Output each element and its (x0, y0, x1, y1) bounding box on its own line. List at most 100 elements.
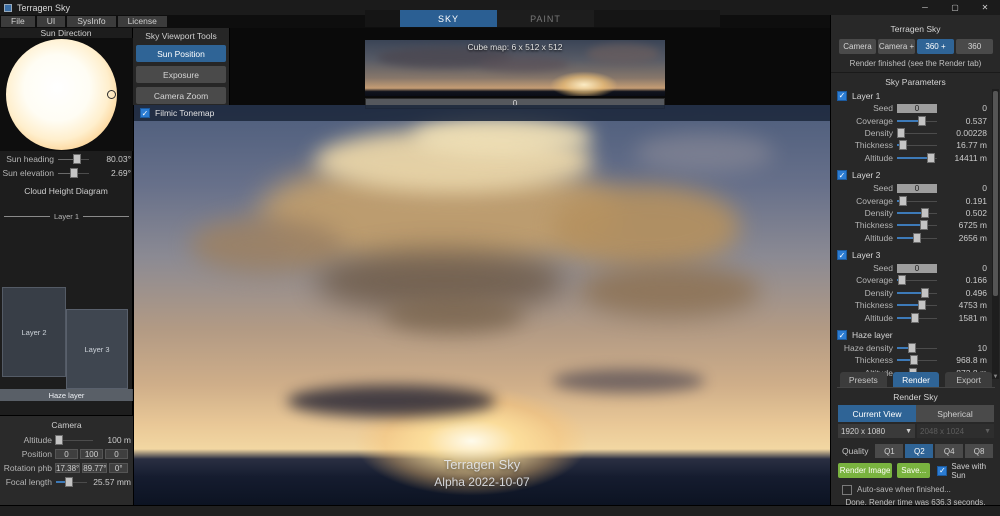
checkbox[interactable] (837, 91, 847, 101)
position-value-cell[interactable]: 0 (105, 449, 128, 459)
quality-button-q4[interactable]: Q4 (935, 444, 963, 458)
slider-thumb[interactable] (918, 300, 926, 310)
save-button[interactable]: Save... (897, 463, 930, 478)
slider[interactable] (56, 435, 93, 445)
position-value-cell[interactable]: 0 (55, 449, 78, 459)
slider[interactable] (897, 355, 937, 365)
layer3-height-box[interactable]: Layer 3 (66, 309, 128, 389)
quality-button-q2[interactable]: Q2 (905, 444, 933, 458)
parameters-scrollbar[interactable]: ▼ (992, 89, 999, 379)
param-value: 0.191 (941, 196, 987, 206)
slider[interactable] (897, 116, 937, 126)
slider[interactable] (897, 196, 937, 206)
slider-thumb[interactable] (73, 154, 81, 164)
slider-thumb[interactable] (920, 220, 928, 230)
slider-thumb[interactable] (70, 168, 78, 178)
slider[interactable] (56, 477, 87, 487)
slider[interactable] (897, 140, 937, 150)
slider-thumb[interactable] (927, 153, 935, 163)
position-value-cell[interactable]: 100 (80, 449, 103, 459)
seed-label: Seed (837, 103, 893, 113)
tool-button-camera-zoom[interactable]: Camera Zoom (136, 87, 226, 104)
slider[interactable] (897, 275, 937, 285)
tool-button-sun-position[interactable]: Sun Position (136, 45, 226, 62)
view-mode-current-view[interactable]: Current View (838, 405, 916, 422)
altitude-value: 100 m (97, 435, 131, 445)
viewport-watermark: Terragen Sky Alpha 2022-10-07 (134, 457, 830, 489)
slider[interactable] (897, 313, 937, 323)
slider[interactable] (58, 154, 89, 164)
menu-item-file[interactable]: File (1, 16, 35, 27)
view-mode-spherical[interactable]: Spherical (916, 405, 994, 422)
render-tab-presets[interactable]: Presets (840, 372, 887, 387)
slider-thumb[interactable] (898, 275, 906, 285)
tab-paint[interactable]: PAINT (497, 10, 594, 27)
sun-sliders: Sun heading80.03°Sun elevation2.69° (2, 152, 131, 180)
slider[interactable] (897, 220, 937, 230)
slider[interactable] (897, 300, 937, 310)
slider[interactable] (897, 128, 937, 138)
autosave-checkbox[interactable] (842, 485, 852, 495)
sky-render-viewport[interactable]: Filmic Tonemap Terragen Sky Alpha 2022-1… (133, 105, 830, 505)
quality-button-q1[interactable]: Q1 (875, 444, 903, 458)
haze-layer-bar[interactable]: Haze layer (0, 389, 133, 401)
seed-row: Seed00 (837, 102, 987, 114)
menu-item-sysinfo[interactable]: SysInfo (67, 16, 115, 27)
slider[interactable] (897, 208, 937, 218)
slider-thumb[interactable] (55, 435, 63, 445)
view-button-360[interactable]: 360 (956, 39, 993, 54)
slider-thumb[interactable] (899, 140, 907, 150)
slider[interactable] (897, 343, 937, 353)
resolution-dropdown[interactable]: 2048 x 1024▼ (917, 424, 994, 438)
tool-button-exposure[interactable]: Exposure (136, 66, 226, 83)
view-button-camera-[interactable]: Camera + (878, 39, 915, 54)
checkbox[interactable] (837, 170, 847, 180)
slider[interactable] (897, 153, 937, 163)
seed-button[interactable]: 0 (897, 184, 937, 193)
slider-thumb[interactable] (897, 128, 905, 138)
cloud-shape (412, 117, 593, 157)
slider-thumb[interactable] (65, 477, 73, 487)
resolution-dropdown[interactable]: 1920 x 1080▼ (838, 424, 915, 438)
checkbox[interactable] (837, 330, 847, 340)
slider-thumb[interactable] (911, 313, 919, 323)
rotation-value-cell[interactable]: 89.77° (82, 463, 107, 473)
quality-button-q8[interactable]: Q8 (965, 444, 993, 458)
render-tab-export[interactable]: Export (945, 372, 992, 387)
seed-button[interactable]: 0 (897, 264, 937, 273)
slider-thumb[interactable] (918, 116, 926, 126)
checkbox[interactable] (837, 250, 847, 260)
sun-position-marker[interactable] (107, 90, 116, 99)
save-with-sun-checkbox[interactable] (937, 466, 947, 476)
view-button-camera[interactable]: Camera (839, 39, 876, 54)
slider-thumb[interactable] (908, 343, 916, 353)
seed-button[interactable]: 0 (897, 104, 937, 113)
view-button-360-[interactable]: 360 + (917, 39, 954, 54)
sun-direction-widget[interactable] (0, 38, 133, 151)
minimize-button[interactable]: ─ (910, 0, 940, 15)
slider[interactable] (58, 168, 89, 178)
tab-sky[interactable]: SKY (400, 10, 497, 27)
render-tab-render[interactable]: Render (893, 372, 940, 387)
filmic-tonemap-checkbox[interactable] (140, 108, 150, 118)
slider-thumb[interactable] (921, 288, 929, 298)
render-image-button[interactable]: Render Image (838, 463, 892, 478)
scrollbar-thumb[interactable] (993, 91, 998, 296)
cloud-height-diagram[interactable]: Layer 1 Layer 2 Layer 3 Haze layer camer… (0, 198, 133, 413)
sun-preview-ball[interactable] (6, 39, 117, 150)
maximize-button[interactable]: ▢ (940, 0, 970, 15)
menu-item-ui[interactable]: UI (37, 16, 66, 27)
close-button[interactable]: ✕ (970, 0, 1000, 15)
rotation-value-cell[interactable]: 17.38° (55, 463, 80, 473)
layer2-height-box[interactable]: Layer 2 (2, 287, 66, 377)
slider-thumb[interactable] (899, 196, 907, 206)
slider-thumb[interactable] (921, 208, 929, 218)
menu-item-license[interactable]: License (118, 16, 167, 27)
slider[interactable] (897, 288, 937, 298)
slider-thumb[interactable] (910, 355, 918, 365)
layer1-height-line[interactable]: Layer 1 (0, 212, 133, 221)
slider[interactable] (897, 233, 937, 243)
rotation-value-cell[interactable]: 0° (109, 463, 128, 473)
slider-thumb[interactable] (913, 233, 921, 243)
param-row: Coverage0.191 (837, 194, 987, 206)
